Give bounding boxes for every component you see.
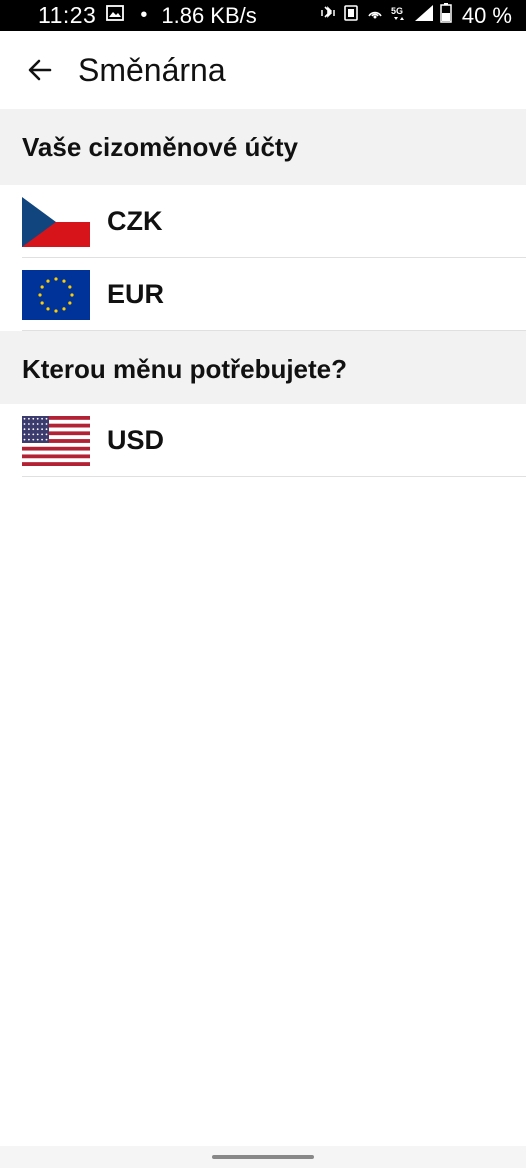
bluetooth-vibrate-icon bbox=[320, 4, 336, 27]
network-speed: 1.86 KB/s bbox=[161, 2, 257, 28]
svg-text:5G: 5G bbox=[391, 6, 403, 16]
eu-star bbox=[54, 276, 58, 281]
app-bar: Směnárna bbox=[0, 31, 526, 109]
back-button[interactable] bbox=[10, 40, 70, 100]
currency-code: USD bbox=[107, 425, 165, 455]
eu-star bbox=[70, 292, 74, 297]
battery-percent: 40 % bbox=[461, 2, 512, 28]
eu-flag-icon bbox=[22, 269, 90, 320]
5g-icon: 5G bbox=[390, 4, 408, 27]
page-title: Směnárna bbox=[78, 51, 226, 88]
status-bar: 11:23 • 1.86 KB/s 5G 40 % bbox=[0, 0, 526, 31]
gallery-notification-icon bbox=[106, 5, 125, 26]
battery-icon bbox=[440, 3, 452, 28]
eu-star bbox=[46, 279, 50, 283]
currency-code: CZK bbox=[107, 206, 163, 236]
arrow-left-icon bbox=[28, 59, 52, 81]
vibrate-icon bbox=[342, 4, 360, 27]
currency-row-usd[interactable]: USD bbox=[0, 404, 526, 477]
eu-star bbox=[46, 306, 50, 310]
czech-flag-icon bbox=[22, 196, 90, 247]
accounts-section-header: Vaše cizoměnové účty bbox=[0, 109, 526, 185]
eu-star bbox=[40, 300, 44, 305]
eu-star bbox=[40, 284, 44, 289]
signal-icon bbox=[414, 4, 434, 27]
eu-star bbox=[62, 306, 66, 310]
status-time: 11:23 bbox=[38, 2, 97, 28]
eu-star bbox=[68, 284, 72, 289]
home-gesture-handle[interactable] bbox=[212, 1155, 314, 1159]
hotspot-icon bbox=[366, 4, 384, 27]
target-section-header: Kterou měnu potřebujete? bbox=[0, 331, 526, 407]
eu-star bbox=[38, 292, 42, 297]
currency-row-eur[interactable]: EUR bbox=[0, 258, 526, 331]
status-dot: • bbox=[140, 4, 148, 26]
eu-star bbox=[68, 300, 72, 305]
eu-star bbox=[62, 279, 66, 283]
row-divider bbox=[22, 476, 526, 477]
eu-star bbox=[54, 308, 58, 313]
us-flag-icon bbox=[22, 415, 90, 466]
system-nav-bar bbox=[0, 1146, 526, 1168]
currency-row-czk[interactable]: CZK bbox=[0, 185, 526, 258]
currency-code: EUR bbox=[107, 279, 165, 309]
